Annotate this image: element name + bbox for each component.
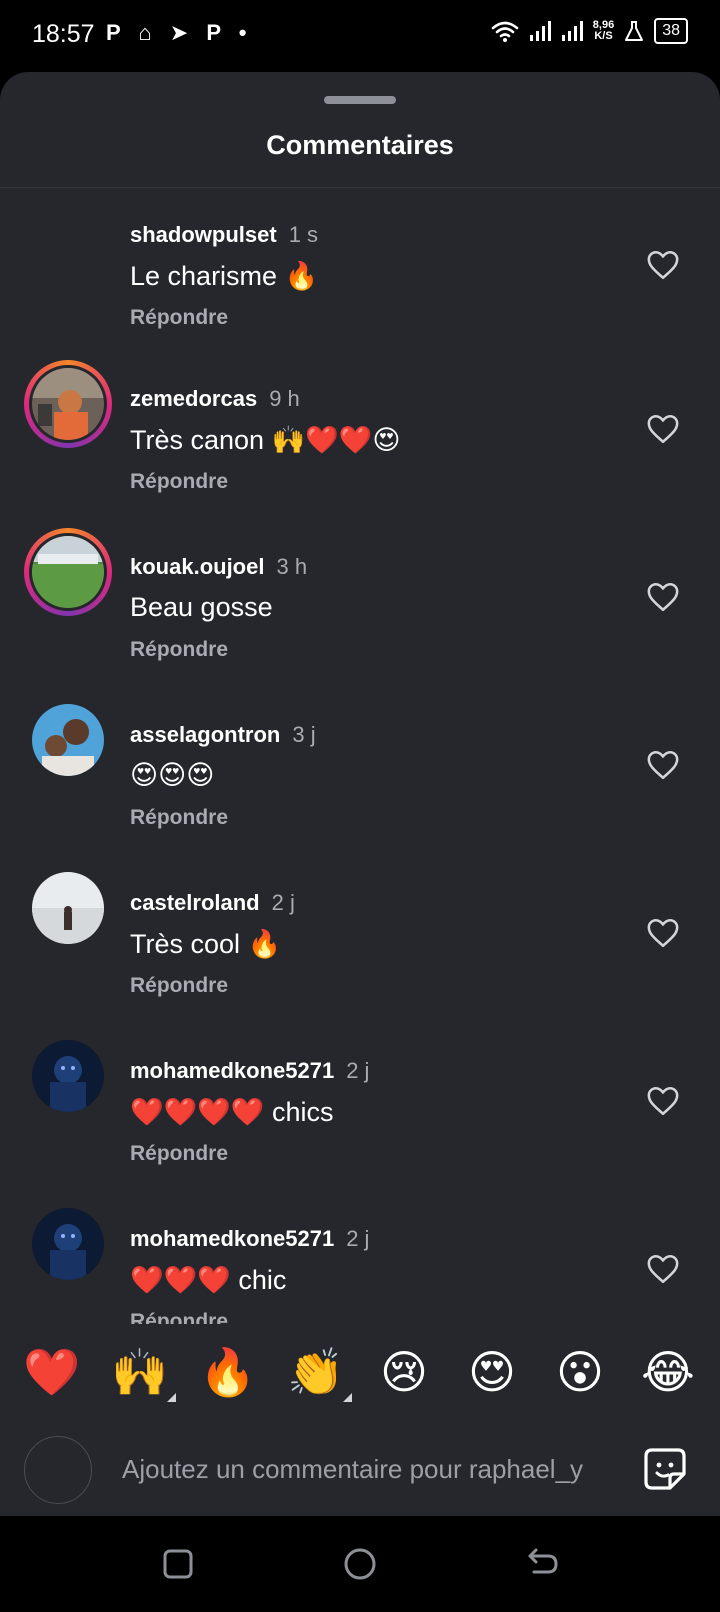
avatar	[29, 533, 107, 611]
wifi-icon	[491, 21, 519, 42]
comment-composer	[0, 1424, 720, 1516]
reply-button[interactable]: Répondre	[130, 470, 228, 494]
reaction-surprised[interactable]: 😮	[548, 1342, 612, 1402]
network-speed-unit: K/S	[594, 30, 613, 42]
comment-text: Le charisme 🔥	[130, 261, 319, 291]
reply-button[interactable]: Répondre	[130, 1142, 228, 1166]
comment-username[interactable]: shadowpulset	[130, 222, 277, 247]
reaction-raising-hands-glyph: 🙌	[111, 1346, 169, 1398]
avatar	[29, 365, 107, 443]
heart-outline-icon[interactable]	[646, 248, 680, 282]
comment-author[interactable]: asselagontron 3 j	[130, 722, 316, 748]
comment-username[interactable]: mohamedkone5271	[130, 1058, 334, 1083]
comment-time: 1 s	[288, 222, 319, 247]
heart-outline-icon[interactable]	[646, 580, 680, 614]
reaction-heart[interactable]: ❤️	[20, 1342, 84, 1402]
reply-button[interactable]: Répondre	[130, 806, 228, 830]
quick-reactions-bar: ❤️ 🙌 🔥 👏 😢 😍 😮 😂	[0, 1324, 720, 1424]
sticker-icon[interactable]	[640, 1444, 690, 1494]
reaction-laughing[interactable]: 😂	[636, 1342, 700, 1402]
reaction-clap[interactable]: 👏	[284, 1342, 352, 1402]
comment-time: 3 j	[292, 722, 316, 747]
avatar-container[interactable]	[24, 696, 112, 784]
heart-outline-icon[interactable]	[646, 748, 680, 782]
comment-username[interactable]: kouak.oujoel	[130, 554, 264, 579]
comment-username[interactable]: zemedorcas	[130, 386, 257, 411]
battery-indicator: 38	[654, 18, 688, 44]
comment-item: kouak.oujoel 3 h Beau gosse Répondre	[0, 524, 720, 692]
reaction-fire[interactable]: 🔥	[196, 1342, 260, 1402]
comment-item: zemedorcas 9 h Très canon 🙌❤️❤️😍 Répondre	[0, 356, 720, 524]
comment-author[interactable]: mohamedkone5271 2 j	[130, 1058, 369, 1084]
comment-author[interactable]: shadowpulset 1 s	[130, 222, 318, 248]
status-indicators: 8,96 K/S 38	[491, 18, 688, 44]
reaction-raising-hands[interactable]: 🙌	[108, 1342, 176, 1402]
comment-username[interactable]: castelroland	[130, 890, 260, 915]
avatar	[32, 704, 104, 776]
comment-time: 2 j	[346, 1226, 370, 1251]
comment-item: asselagontron 3 j 😍😍😍 Répondre	[0, 692, 720, 860]
flask-icon	[625, 21, 644, 41]
comment-text: Beau gosse	[130, 592, 273, 622]
current-user-avatar	[24, 1436, 92, 1504]
sheet-title: Commentaires	[266, 130, 454, 160]
comment-time: 9 h	[269, 386, 300, 411]
avatar	[32, 1040, 104, 1112]
reply-button[interactable]: Répondre	[130, 306, 228, 330]
comment-text: Très cool 🔥	[130, 929, 282, 959]
comment-text: 😍😍😍	[130, 760, 215, 790]
comment-item: shadowpulset 1 s Le charisme 🔥 Répondre	[0, 192, 720, 360]
reply-button[interactable]: Répondre	[130, 974, 228, 998]
heart-outline-icon[interactable]	[646, 1084, 680, 1118]
comment-username[interactable]: asselagontron	[130, 722, 280, 747]
avatar-container[interactable]	[24, 1032, 112, 1120]
comment-author[interactable]: zemedorcas 9 h	[130, 386, 300, 412]
comment-author[interactable]: kouak.oujoel 3 h	[130, 554, 307, 580]
drag-handle[interactable]	[324, 96, 396, 104]
heart-outline-icon[interactable]	[646, 412, 680, 446]
heart-outline-icon[interactable]	[646, 1252, 680, 1286]
signal-icon-sim1	[529, 21, 551, 41]
skin-tone-indicator	[343, 1393, 352, 1402]
avatar-container[interactable]	[24, 1200, 112, 1288]
home-icon[interactable]	[340, 1544, 380, 1584]
skin-tone-indicator	[167, 1393, 176, 1402]
reply-button[interactable]: Répondre	[130, 1310, 228, 1324]
comment-time: 2 j	[271, 890, 295, 915]
status-time: 18:57	[32, 20, 95, 48]
signal-icon-sim2	[561, 21, 583, 41]
reaction-clap-glyph: 👏	[287, 1346, 345, 1398]
comment-text: ❤️❤️❤️ chic	[130, 1265, 287, 1295]
comment-item: mohamedkone5271 2 j ❤️❤️❤️❤️ chics Répond…	[0, 1028, 720, 1196]
comments-sheet: Commentaires shadowpulset 1 s Le charisme…	[0, 72, 720, 1516]
avatar	[32, 872, 104, 944]
network-speed: 8,96 K/S	[593, 20, 614, 42]
system-nav-bar	[0, 1516, 720, 1612]
avatar-container[interactable]	[24, 864, 112, 952]
comment-author[interactable]: mohamedkone5271 2 j	[130, 1226, 369, 1252]
recent-apps-icon[interactable]	[158, 1544, 198, 1584]
avatar-story-ring[interactable]	[24, 528, 112, 616]
comment-author[interactable]: castelroland 2 j	[130, 890, 295, 916]
comment-list[interactable]: shadowpulset 1 s Le charisme 🔥 Répondre z…	[0, 188, 720, 1324]
comment-item: mohamedkone5271 2 j ❤️❤️❤️ chic Répondre	[0, 1196, 720, 1324]
notification-icons: P ⌂ ➤ P •	[106, 20, 253, 45]
back-icon[interactable]	[522, 1544, 562, 1584]
comment-text: Très canon 🙌❤️❤️😍	[130, 425, 401, 455]
reaction-heart-eyes[interactable]: 😍	[460, 1342, 524, 1402]
reply-button[interactable]: Répondre	[130, 638, 228, 662]
comment-input[interactable]	[122, 1446, 612, 1492]
comment-username[interactable]: mohamedkone5271	[130, 1226, 334, 1251]
heart-outline-icon[interactable]	[646, 916, 680, 950]
comment-item: castelroland 2 j Très cool 🔥 Répondre	[0, 860, 720, 1028]
avatar-story-ring[interactable]	[24, 360, 112, 448]
comment-time: 3 h	[276, 554, 308, 579]
comment-time: 2 j	[346, 1058, 370, 1083]
status-bar: 18:57 P ⌂ ➤ P • 8,96 K/S 38	[0, 0, 720, 72]
reaction-crying[interactable]: 😢	[372, 1342, 436, 1402]
avatar	[32, 1208, 104, 1280]
comment-text: ❤️❤️❤️❤️ chics	[130, 1097, 334, 1127]
